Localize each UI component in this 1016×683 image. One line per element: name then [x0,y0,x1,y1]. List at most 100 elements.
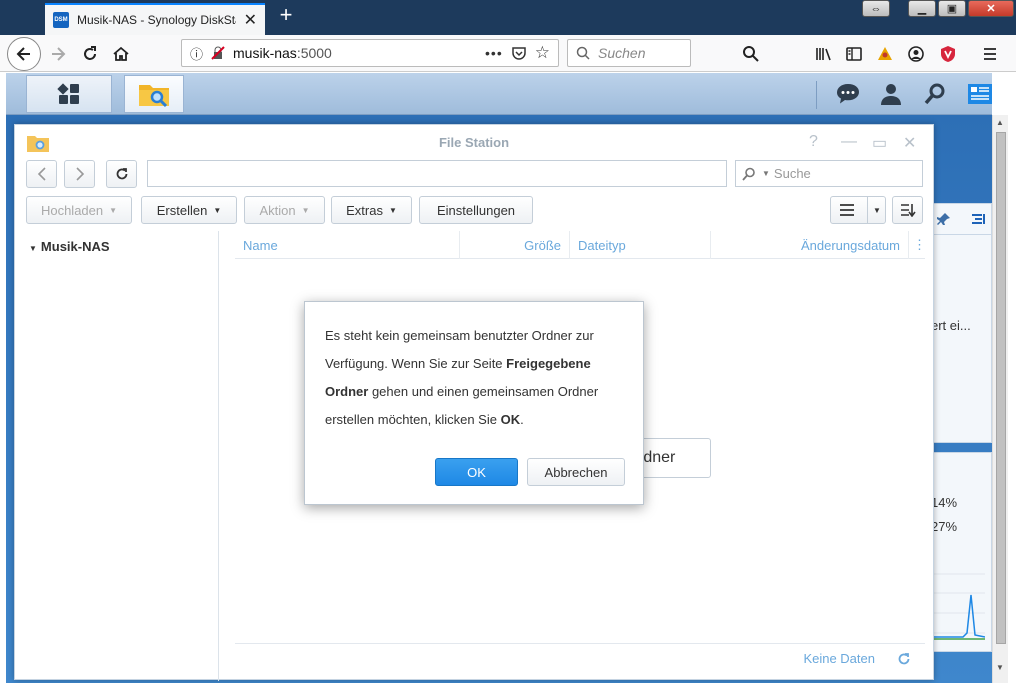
create-label: Erstellen [156,202,208,218]
notifications-button[interactable] [832,79,864,109]
close-window-button[interactable]: ✕ [968,0,1014,17]
extras-label: Extras [346,202,383,218]
window-close-icon[interactable]: ✕ [903,133,916,153]
dialog-line-4a: erstellen möchten, klicken Sie [325,412,501,427]
column-size[interactable]: Größe [460,231,570,259]
widget-text: ert ei... [931,318,971,333]
menu-button[interactable] [975,39,1005,69]
adblock-button[interactable] [933,39,963,69]
sidebar-icon [846,47,862,61]
page-scrollbar[interactable]: ▲ ▼ [992,115,1008,683]
main-menu-button[interactable] [26,75,112,113]
browser-nav-bar: ⓘ musik-nas:5000 ••• ☆ Suchen [0,35,1016,72]
file-station-title: File Station [438,134,510,150]
sort-button[interactable] [892,196,923,224]
reload-button[interactable] [75,39,105,69]
tree-item-root[interactable]: ▼ Musik-NAS [29,239,110,254]
column-type[interactable]: Dateityp [570,231,711,259]
maximize-button[interactable]: ▣ [938,0,966,17]
magnifier-icon [743,46,759,62]
page-actions-icon[interactable]: ••• [485,45,503,61]
settings-label: Einstellungen [436,202,516,218]
url-port: :5000 [296,45,332,61]
user-button[interactable] [875,79,907,109]
cancel-button[interactable]: Abbrechen [527,458,625,486]
widget-menu-icon[interactable] [971,212,985,226]
pin-icon[interactable] [937,212,951,226]
dsm-taskbar [6,73,992,115]
help-icon[interactable]: ? [809,133,818,151]
upload-button[interactable]: Hochladen ▼ [26,196,132,224]
resource-graph [933,573,985,640]
back-nav-button[interactable] [26,160,57,188]
search-go-button[interactable] [736,39,766,69]
url-bar[interactable]: ⓘ musik-nas:5000 ••• ☆ [181,39,559,67]
extras-button[interactable]: Extras ▼ [331,196,412,224]
info-icon[interactable]: ⓘ [190,44,203,63]
column-name[interactable]: Name [235,231,460,259]
sidebar-button[interactable] [839,39,869,69]
browser-search-input[interactable]: Suchen [567,39,691,67]
action-label: Aktion [259,202,296,218]
browser-tab[interactable]: DSM Musik-NAS - Synology DiskStat ✕ [45,3,265,35]
chevron-down-icon: ▼ [109,205,118,215]
library-button[interactable] [808,39,838,69]
bookmark-star-icon[interactable]: ☆ [535,43,550,63]
home-button[interactable] [106,39,136,69]
dsm-favicon-icon: DSM [53,12,69,28]
back-button[interactable] [7,37,41,71]
tab-close-icon[interactable]: ✕ [244,10,257,30]
sort-icon [900,204,916,217]
ok-button[interactable]: OK [435,458,518,486]
chevron-right-icon [75,167,84,181]
library-icon [816,48,831,61]
forward-button[interactable] [43,39,73,69]
view-mode-button[interactable]: ▼ [830,196,886,224]
forward-nav-button[interactable] [64,160,95,188]
app-grid-icon [57,83,79,104]
file-list-header: Name Größe Dateityp Änderungsdatum ⋮ [235,231,926,259]
scroll-up-icon[interactable]: ▲ [996,118,1004,127]
chevron-down-icon: ▼ [301,205,310,215]
settings-button[interactable]: Einstellungen [419,196,533,224]
ram-percent: 27% [931,519,958,534]
search-icon [742,167,755,181]
refresh-icon[interactable] [897,652,911,666]
chevron-left-icon [37,167,46,181]
system-widget: ert ei... [926,203,993,443]
search-options-chevron-icon[interactable]: ▼ [762,169,770,178]
window-maximize-icon[interactable]: ▭ [872,133,887,153]
refresh-button[interactable] [106,160,137,188]
account-button[interactable] [901,39,931,69]
window-controls: ⇔ [862,0,890,17]
chat-bubble-icon [837,84,859,104]
tree-root-label: Musik-NAS [40,239,110,254]
account-icon [908,46,924,62]
pocket-icon[interactable] [511,45,527,61]
arrow-right-icon [52,47,66,61]
new-tab-button[interactable]: + [274,4,298,28]
file-search-placeholder: Suche [773,166,811,181]
restore-icon[interactable]: ⇔ [862,0,890,17]
create-button[interactable]: Erstellen ▼ [141,196,237,224]
widgets-button[interactable] [964,79,996,109]
file-station-icon [139,85,169,108]
dialog-line-4b: OK [500,412,521,427]
file-search-input[interactable]: ▼ Suche [735,160,923,187]
window-minimize-icon[interactable]: — [841,133,857,151]
minimize-button[interactable]: ▁ [908,0,936,17]
dialog-message: Es steht kein gemeinsam benutzter Ordner… [325,322,630,434]
scroll-thumb[interactable] [996,132,1006,644]
insecure-lock-icon[interactable] [211,46,225,60]
scroll-down-icon[interactable]: ▼ [996,663,1004,672]
extension-icon [878,47,892,60]
column-options-icon[interactable]: ⋮ [909,231,926,259]
dsm-search-button[interactable] [919,79,951,109]
action-button[interactable]: Aktion ▼ [244,196,325,224]
column-modified[interactable]: Änderungsdatum [711,231,909,259]
cpu-percent: 14% [931,495,958,510]
extension-button[interactable] [870,39,900,69]
path-input[interactable] [147,160,727,187]
file-station-taskbar-button[interactable] [124,75,184,113]
caret-down-icon[interactable]: ▼ [29,244,37,253]
